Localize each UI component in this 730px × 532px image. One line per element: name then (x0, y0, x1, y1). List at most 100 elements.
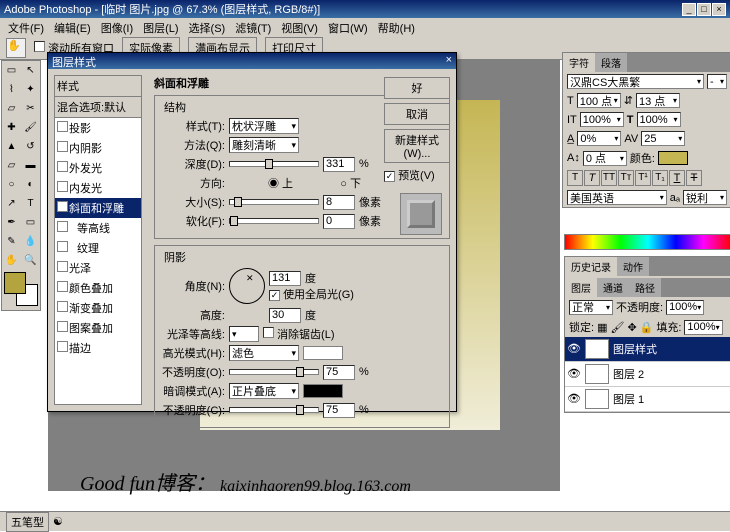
crop-tool-icon[interactable]: ▱ (2, 99, 21, 118)
antialias-select[interactable]: 锐利 (683, 190, 727, 205)
history-brush-icon[interactable]: ↺ (21, 137, 40, 156)
direction-down-radio[interactable]: ○ 下 (297, 175, 361, 191)
style-item-8[interactable]: 颜色叠加 (55, 278, 141, 298)
font-style-select[interactable]: - (707, 74, 727, 89)
lock-pixels-icon[interactable]: 🖌 (610, 321, 624, 334)
preview-checkbox[interactable]: ✓ 预览(V) (384, 167, 450, 183)
allcaps-button[interactable]: TT (601, 170, 617, 186)
style-item-9[interactable]: 渐变叠加 (55, 298, 141, 318)
vscale-input[interactable]: 100% (580, 112, 624, 127)
ok-button[interactable]: 好 (384, 77, 450, 99)
highlight-color-swatch[interactable] (303, 346, 343, 360)
move-tool-icon[interactable]: ↖ (21, 61, 40, 80)
shadow-opacity-slider[interactable] (229, 407, 319, 413)
strikethrough-button[interactable]: T (686, 170, 702, 186)
ime-indicator[interactable]: 五笔型 (6, 512, 49, 532)
depth-input[interactable]: 331 (323, 157, 355, 172)
blur-tool-icon[interactable]: ○ (2, 175, 21, 194)
heal-tool-icon[interactable]: ✚ (2, 118, 21, 137)
leading-select[interactable]: 13 点 (636, 93, 680, 108)
layer-row[interactable]: 👁T图层样式 (565, 337, 730, 362)
wand-tool-icon[interactable]: ✦ (21, 80, 40, 99)
color-swatch[interactable] (4, 272, 38, 308)
soften-input[interactable]: 0 (323, 214, 355, 229)
style-item-0[interactable]: 投影 (55, 118, 141, 138)
visibility-icon[interactable]: 👁 (567, 392, 581, 406)
hand-tool-icon[interactable]: ✋ (2, 251, 21, 270)
tab-history[interactable]: 历史记录 (565, 257, 617, 276)
tab-channels[interactable]: 通道 (597, 278, 629, 297)
text-color-swatch[interactable] (658, 151, 688, 165)
notes-tool-icon[interactable]: ✎ (2, 232, 21, 251)
style-item-2[interactable]: 外发光 (55, 158, 141, 178)
color-ramp[interactable] (565, 235, 730, 249)
lock-position-icon[interactable]: ✥ (627, 321, 636, 334)
angle-input[interactable]: 131 (269, 271, 301, 286)
menu-layer[interactable]: 图层(L) (139, 20, 182, 34)
visibility-icon[interactable]: 👁 (567, 367, 581, 381)
menu-help[interactable]: 帮助(H) (374, 20, 419, 34)
size-slider[interactable] (229, 199, 319, 205)
menu-view[interactable]: 视图(V) (277, 20, 322, 34)
gradient-tool-icon[interactable]: ▬ (21, 156, 40, 175)
brush-tool-icon[interactable]: 🖌 (21, 118, 40, 137)
dialog-close-icon[interactable]: × (446, 54, 452, 68)
font-size-select[interactable]: 100 点 (577, 93, 621, 108)
altitude-input[interactable]: 30 (269, 308, 301, 323)
slice-tool-icon[interactable]: ✂ (21, 99, 40, 118)
fill-input[interactable]: 100% (684, 320, 722, 335)
layer-row[interactable]: 👁图层 2 (565, 362, 730, 387)
path-tool-icon[interactable]: ↗ (2, 194, 21, 213)
lasso-tool-icon[interactable]: ⌇ (2, 80, 21, 99)
font-family-select[interactable]: 汉鼎CS大黑繁 (567, 74, 704, 89)
eyedropper-tool-icon[interactable]: 💧 (21, 232, 40, 251)
lock-all-icon[interactable]: 🔒 (640, 321, 654, 334)
tab-paragraph[interactable]: 段落 (595, 53, 627, 72)
styles-header[interactable]: 样式 (55, 76, 141, 97)
hand-tool-icon[interactable]: ✋ (6, 38, 26, 58)
shadow-color-swatch[interactable] (303, 384, 343, 398)
hscale-input[interactable]: 100% (637, 112, 681, 127)
angle-control[interactable]: ✕ (229, 268, 265, 304)
antialias-checkbox[interactable]: 消除锯齿(L) (263, 326, 335, 342)
style-item-4[interactable]: 斜面和浮雕 (55, 198, 141, 218)
dialog-title-bar[interactable]: 图层样式 × (48, 53, 456, 69)
style-item-7[interactable]: 光泽 (55, 258, 141, 278)
shadow-mode-select[interactable]: 正片叠底 (229, 383, 299, 399)
italic-button[interactable]: T (584, 170, 600, 186)
tab-character[interactable]: 字符 (563, 53, 595, 72)
style-item-3[interactable]: 内发光 (55, 178, 141, 198)
depth-slider[interactable] (229, 161, 319, 167)
language-select[interactable]: 美国英语 (567, 190, 667, 205)
style-item-5[interactable]: 等高线 (55, 218, 141, 238)
style-item-6[interactable]: 纹理 (55, 238, 141, 258)
menu-select[interactable]: 选择(S) (185, 20, 230, 34)
new-style-button[interactable]: 新建样式(W)... (384, 129, 450, 163)
style-select[interactable]: 枕状浮雕 (229, 118, 299, 134)
shape-tool-icon[interactable]: ▭ (21, 213, 40, 232)
pen-tool-icon[interactable]: ✒ (2, 213, 21, 232)
fg-color-icon[interactable] (4, 272, 26, 294)
gloss-contour-select[interactable] (229, 326, 259, 342)
dodge-tool-icon[interactable]: ◐ (21, 175, 40, 194)
layer-row[interactable]: 👁图层 1 (565, 387, 730, 412)
superscript-button[interactable]: T¹ (635, 170, 651, 186)
blend-mode-select[interactable]: 正常 (569, 300, 613, 315)
tab-paths[interactable]: 路径 (629, 278, 661, 297)
highlight-mode-select[interactable]: 滤色 (229, 345, 299, 361)
type-tool-icon[interactable]: T (21, 194, 40, 213)
menu-filter[interactable]: 滤镜(T) (231, 20, 275, 34)
eraser-tool-icon[interactable]: ▱ (2, 156, 21, 175)
ime-icon[interactable]: ☯ (53, 515, 63, 528)
close-button[interactable]: × (712, 3, 726, 16)
menu-file[interactable]: 文件(F) (4, 20, 48, 34)
tab-actions[interactable]: 动作 (617, 257, 649, 276)
kerning-input[interactable]: 25 (641, 131, 685, 146)
highlight-opacity-input[interactable]: 75 (323, 365, 355, 380)
menu-image[interactable]: 图像(I) (97, 20, 137, 34)
tab-layers[interactable]: 图层 (565, 278, 597, 297)
zoom-tool-icon[interactable]: 🔍 (21, 251, 40, 270)
technique-select[interactable]: 雕刻清晰 (229, 137, 299, 153)
shadow-opacity-input[interactable]: 75 (323, 403, 355, 418)
cancel-button[interactable]: 取消 (384, 103, 450, 125)
